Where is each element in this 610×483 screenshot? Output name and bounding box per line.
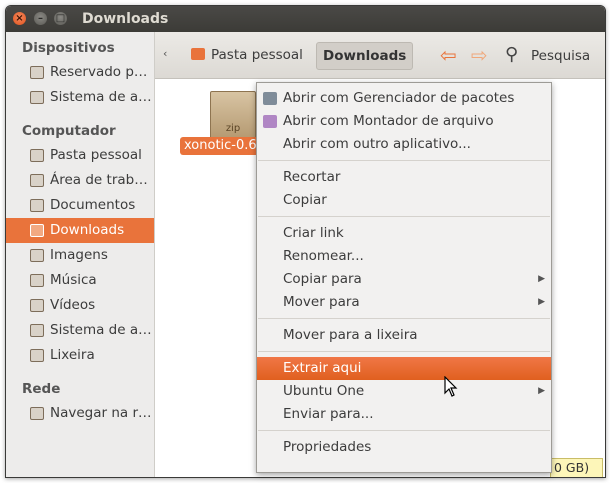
menu-item[interactable]: Abrir com Montador de arquivo <box>257 110 551 133</box>
sidebar-item-label: Vídeos <box>50 297 96 313</box>
menu-item[interactable]: Criar link <box>257 222 551 245</box>
menu-item[interactable]: Mover para ▶ <box>257 291 551 314</box>
menu-item-label: Abrir com Montador de arquivo <box>283 113 494 129</box>
menu-separator <box>258 318 550 319</box>
menu-item-label: Abrir com Gerenciador de pacotes <box>283 90 515 106</box>
sidebar-section-title: Computador <box>22 123 116 139</box>
menu-item-label: Propriedades <box>283 439 372 455</box>
forward-arrow-icon[interactable]: ⇨ <box>471 43 488 67</box>
sidebar-item-label: Navegar na r… <box>50 405 152 421</box>
menu-item-label: Copiar <box>283 192 327 208</box>
menu-item-label: Ubuntu One <box>283 383 365 399</box>
pictures-folder-icon <box>30 249 44 262</box>
sidebar-item-label: Área de trab… <box>50 172 148 188</box>
menu-item-label: Mover para <box>283 294 360 310</box>
sidebar-item-label: Reservado p… <box>50 64 148 80</box>
menu-item[interactable]: Copiar para ▶ <box>257 268 551 291</box>
home-folder-icon <box>191 48 205 60</box>
window-title: Downloads <box>82 11 169 27</box>
archive-mounter-icon <box>263 115 277 128</box>
trash-icon <box>30 349 44 362</box>
menu-item[interactable]: Mover para a lixeira <box>257 324 551 347</box>
package-manager-icon <box>263 92 277 105</box>
submenu-arrow-icon: ▶ <box>538 297 545 307</box>
drive-icon <box>30 66 44 79</box>
home-folder-icon <box>30 149 44 162</box>
sidebar-item[interactable]: Navegar na r… <box>6 401 154 426</box>
sidebar-item-label: Downloads <box>50 222 125 238</box>
search-label[interactable]: Pesquisa <box>531 48 590 64</box>
maximize-window-button[interactable]: □ <box>54 12 67 25</box>
sidebar-item[interactable]: Sistema de a… <box>6 85 154 110</box>
videos-folder-icon <box>30 299 44 312</box>
search-icon[interactable]: ⚲ <box>505 44 518 65</box>
menu-separator <box>258 430 550 431</box>
sidebar-item[interactable]: Vídeos <box>6 293 154 318</box>
menu-item-label: Recortar <box>283 169 341 185</box>
breadcrumb-home[interactable]: Pasta pessoal <box>185 42 309 68</box>
menu-item[interactable]: Recortar <box>257 166 551 189</box>
breadcrumb-scroll-left-icon[interactable]: ‹ <box>163 47 167 60</box>
menu-item-label: Mover para a lixeira <box>283 327 418 343</box>
places-sidebar: Dispositivos Reservado p… Sistema de a… Com… <box>6 32 155 477</box>
desktop-icon <box>30 174 44 187</box>
menu-item[interactable]: Ubuntu One ▶ <box>257 380 551 403</box>
menu-item[interactable]: Abrir com Gerenciador de pacotes <box>257 87 551 110</box>
minimize-window-button[interactable]: – <box>34 12 47 25</box>
documents-folder-icon <box>30 199 44 212</box>
menu-item[interactable]: Copiar <box>257 189 551 212</box>
music-folder-icon <box>30 274 44 287</box>
sidebar-item-label: Documentos <box>50 197 136 213</box>
menu-item-label: Copiar para <box>283 271 362 287</box>
menu-item-label: Renomear... <box>283 248 364 264</box>
sidebar-item[interactable]: Área de trab… <box>6 168 154 193</box>
sidebar-item-label: Pasta pessoal <box>50 147 142 163</box>
menu-item-label: Enviar para... <box>283 406 374 422</box>
submenu-arrow-icon: ▶ <box>538 274 545 284</box>
toolbar: ‹ Pasta pessoal Downloads ⇦ ⇨ ⚲ Pesquisa <box>155 32 605 79</box>
menu-item[interactable]: Extrair aqui <box>257 357 551 380</box>
zip-file-icon[interactable]: zip <box>210 91 256 139</box>
filesystem-icon <box>30 324 44 337</box>
downloads-folder-icon <box>30 224 44 237</box>
sidebar-item[interactable]: Imagens <box>6 243 154 268</box>
menu-item[interactable]: Renomear... <box>257 245 551 268</box>
file-type-label: zip <box>225 123 241 134</box>
sidebar-item-label: Sistema de a… <box>50 89 152 105</box>
breadcrumb-home-label: Pasta pessoal <box>211 47 303 63</box>
sidebar-section-title: Dispositivos <box>22 40 115 56</box>
sidebar-item[interactable]: Música <box>6 268 154 293</box>
menu-item-label: Criar link <box>283 225 344 241</box>
title-bar: × – □ Downloads <box>6 6 605 32</box>
menu-separator <box>258 216 550 217</box>
sidebar-item[interactable]: Pasta pessoal <box>6 143 154 168</box>
sidebar-item[interactable]: Downloads <box>6 218 154 243</box>
mouse-cursor-icon <box>444 376 458 397</box>
sidebar-item-label: Música <box>50 272 97 288</box>
network-icon <box>30 407 44 420</box>
menu-separator <box>258 351 550 352</box>
menu-item[interactable]: Abrir com outro aplicativo... <box>257 133 551 156</box>
file-name-label[interactable]: xonotic-0.6 <box>180 137 261 155</box>
submenu-arrow-icon: ▶ <box>538 386 545 396</box>
menu-item[interactable]: Propriedades <box>257 436 551 459</box>
breadcrumb-current[interactable]: Downloads <box>316 42 414 70</box>
sidebar-item[interactable]: Documentos <box>6 193 154 218</box>
sidebar-item-label: Sistema de a… <box>50 322 152 338</box>
menu-item[interactable]: Enviar para... <box>257 403 551 426</box>
menu-separator <box>258 160 550 161</box>
drive-icon <box>30 91 44 104</box>
sidebar-item-label: Lixeira <box>50 347 95 363</box>
sidebar-section-title: Rede <box>22 381 61 397</box>
back-arrow-icon[interactable]: ⇦ <box>440 43 457 67</box>
close-window-button[interactable]: × <box>13 12 26 25</box>
context-menu: Abrir com Gerenciador de pacotes Abrir co… <box>256 82 552 473</box>
menu-item-label: Extrair aqui <box>283 360 362 376</box>
sidebar-item[interactable]: Sistema de a… <box>6 318 154 343</box>
free-space-status: 0 GB) <box>550 458 603 477</box>
menu-item-label: Abrir com outro aplicativo... <box>283 136 471 152</box>
sidebar-item[interactable]: Reservado p… <box>6 60 154 85</box>
sidebar-item[interactable]: Lixeira <box>6 343 154 368</box>
sidebar-item-label: Imagens <box>50 247 108 263</box>
